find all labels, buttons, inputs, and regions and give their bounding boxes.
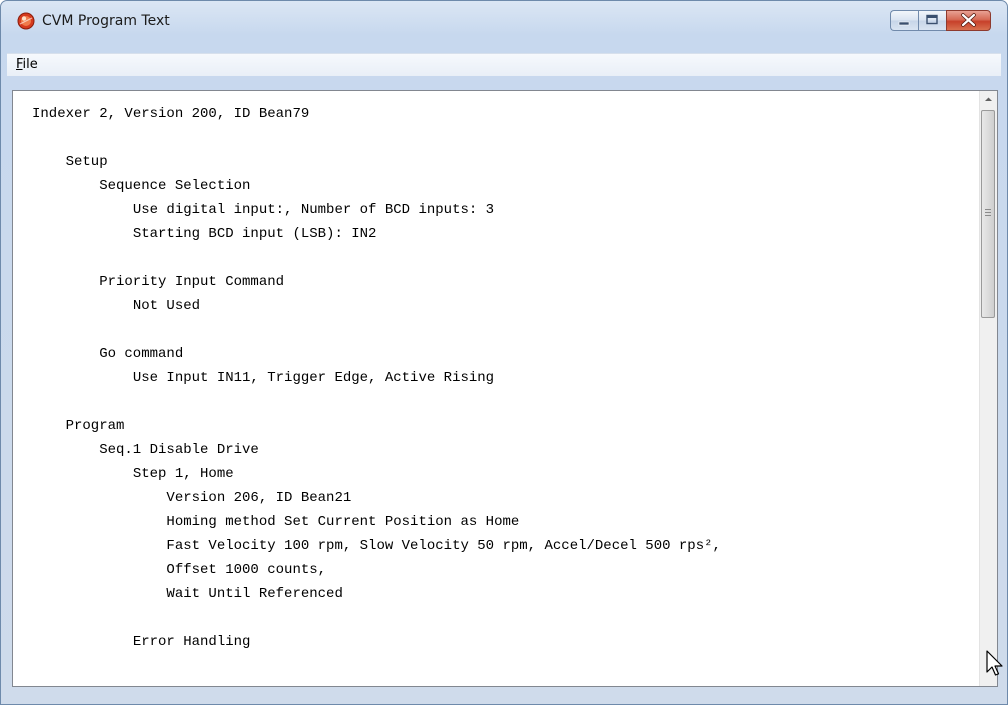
program-text-line: Seq.1 Disable Drive bbox=[99, 442, 259, 458]
close-icon bbox=[961, 13, 976, 27]
minimize-button[interactable] bbox=[890, 10, 918, 31]
program-text-line: Priority Input Command bbox=[99, 274, 285, 290]
maximize-icon bbox=[926, 14, 938, 25]
menu-file-rest: ile bbox=[22, 57, 38, 72]
program-text-area[interactable]: Indexer 2, Version 200, ID Bean79 Setup Se… bbox=[12, 90, 998, 687]
program-text-line: Use digital input:, Number of BCD inputs… bbox=[132, 202, 495, 218]
program-text-line: Error Handling bbox=[132, 634, 251, 650]
maximize-button[interactable] bbox=[918, 10, 946, 31]
thumb-grip-line bbox=[985, 215, 991, 216]
scroll-up-arrow-icon bbox=[985, 97, 992, 101]
program-text-line: Step 1, Home bbox=[132, 466, 234, 482]
thumb-grip-line bbox=[985, 209, 991, 210]
scroll-thumb[interactable] bbox=[981, 110, 995, 318]
menu-file[interactable]: File bbox=[13, 56, 41, 73]
program-text-window: CVM Program Text File Indexer 2, Version… bbox=[0, 0, 1008, 705]
close-button[interactable] bbox=[946, 10, 991, 31]
program-text-line: Use Input IN11, Trigger Edge, Active Ris… bbox=[132, 370, 495, 386]
program-text-line: Wait Until Referenced bbox=[166, 586, 343, 602]
mouse-cursor-icon bbox=[986, 650, 1003, 676]
program-text-line: Setup bbox=[65, 154, 108, 170]
caption-buttons bbox=[890, 10, 991, 31]
program-text-line: Sequence Selection bbox=[99, 178, 251, 194]
program-text-content: Indexer 2, Version 200, ID Bean79 Setup Se… bbox=[32, 102, 975, 686]
vertical-scrollbar[interactable] bbox=[979, 91, 997, 686]
thumb-grip-line bbox=[985, 212, 991, 213]
title-bar[interactable]: CVM Program Text bbox=[1, 1, 1007, 41]
program-text-line: Homing method Set Current Position as Ho… bbox=[166, 514, 520, 530]
program-text-line: Program bbox=[65, 418, 125, 434]
scroll-up-button[interactable] bbox=[980, 91, 997, 108]
program-text-line: Starting BCD input (LSB): IN2 bbox=[132, 226, 377, 242]
minimize-icon bbox=[898, 21, 910, 26]
cvm-app-icon[interactable] bbox=[17, 12, 35, 30]
program-text-line: Indexer 2, Version 200, ID Bean79 bbox=[32, 106, 310, 122]
program-text-line: Go command bbox=[99, 346, 184, 362]
program-text-line: Fast Velocity 100 rpm, Slow Velocity 50 … bbox=[166, 538, 721, 554]
program-text-line: Not Used bbox=[132, 298, 201, 314]
menu-bar: File bbox=[7, 53, 1001, 76]
program-text-line: Offset 1000 counts, bbox=[166, 562, 327, 578]
window-title: CVM Program Text bbox=[42, 13, 170, 29]
program-text-line: Version 206, ID Bean21 bbox=[166, 490, 352, 506]
